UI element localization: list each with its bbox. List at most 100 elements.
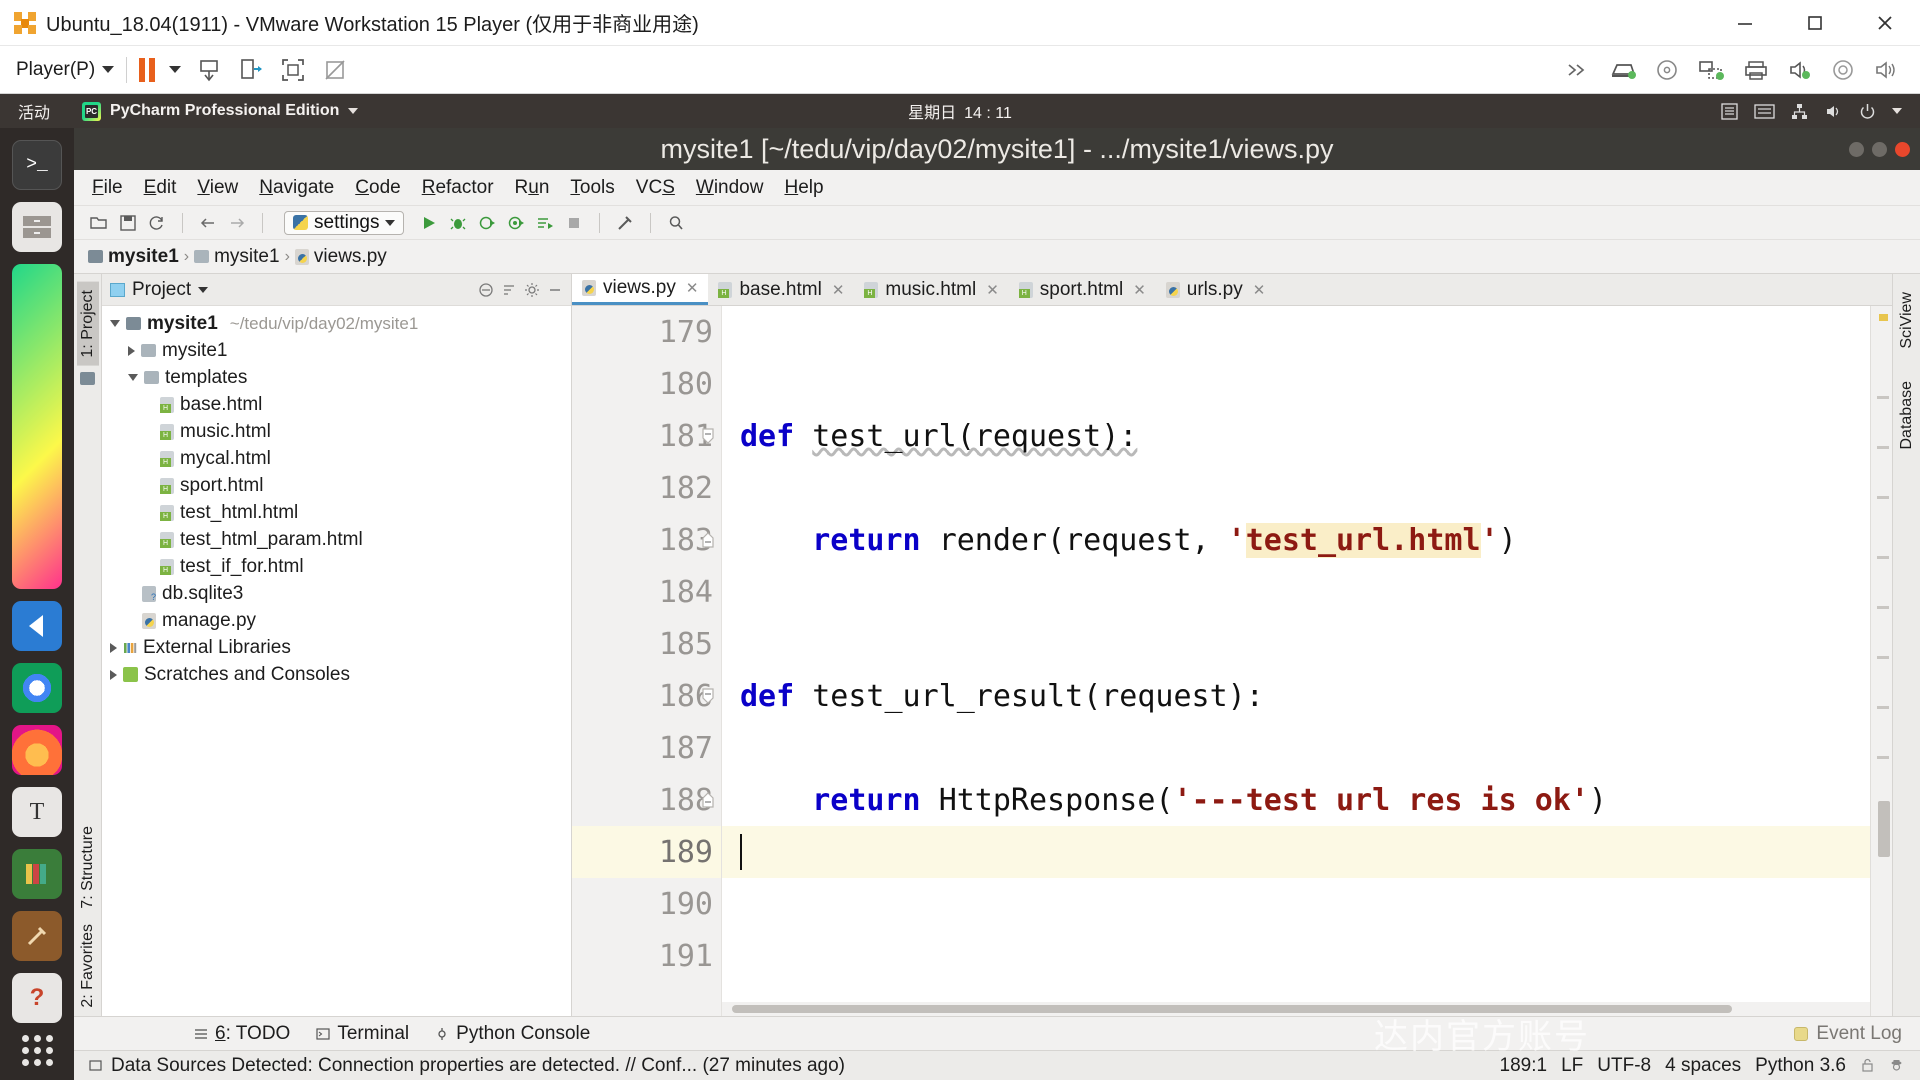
power-icon[interactable] <box>1858 102 1877 121</box>
code-lines[interactable]: def test_url(request): return render(req… <box>722 306 1870 1016</box>
menu-vcs[interactable]: VCS <box>636 177 675 199</box>
attach-to-process-icon[interactable] <box>536 214 554 232</box>
tree-item-manage-py[interactable]: manage.py <box>102 607 571 634</box>
tree-item-db-sqlite3[interactable]: db.sqlite3 <box>102 580 571 607</box>
launcher-item-chrome[interactable] <box>12 663 62 713</box>
fold-open-icon[interactable] <box>698 686 718 706</box>
run-configuration-selector[interactable]: settings <box>284 210 405 235</box>
line-separator[interactable]: LF <box>1561 1055 1583 1077</box>
tree-item-test-html[interactable]: test_html.html <box>102 499 571 526</box>
back-arrow-icon[interactable] <box>199 214 217 232</box>
close-button[interactable] <box>1850 0 1920 45</box>
editor-tab-urls-py[interactable]: urls.py ✕ <box>1156 274 1276 305</box>
code-editor[interactable]: 179 180 181 182 183 184 185 186 187 188 … <box>572 306 1892 1016</box>
tree-item-external-libraries[interactable]: External Libraries <box>102 634 571 661</box>
settings-wrench-icon[interactable] <box>616 214 634 232</box>
sidebar-tab-structure[interactable]: 7: Structure <box>77 818 99 917</box>
forward-arrow-icon[interactable] <box>228 214 246 232</box>
python-interpreter[interactable]: Python 3.6 <box>1755 1055 1846 1077</box>
hard-disk-icon[interactable] <box>1608 58 1638 82</box>
tree-item-mysite1-pkg[interactable]: mysite1 <box>102 337 571 364</box>
file-encoding[interactable]: UTF-8 <box>1597 1055 1651 1077</box>
debug-icon[interactable] <box>449 214 467 232</box>
code-line-190[interactable] <box>722 878 1870 930</box>
caret-position[interactable]: 189:1 <box>1500 1055 1548 1077</box>
editor-marker-bar[interactable] <box>1870 306 1892 1016</box>
event-log-button[interactable]: Event Log <box>1794 1023 1920 1045</box>
save-all-icon[interactable] <box>119 214 137 232</box>
tree-item-mysite1-root[interactable]: mysite1 ~/tedu/vip/day02/mysite1 <box>102 310 571 337</box>
editor-tab-music-html[interactable]: music.html ✕ <box>854 274 1008 305</box>
menu-window[interactable]: Window <box>696 177 764 199</box>
activities-button[interactable]: 活动 <box>18 99 50 123</box>
sidebar-tab-project[interactable]: 1: Project <box>76 282 99 366</box>
editor-tab-base-html[interactable]: base.html ✕ <box>708 274 854 305</box>
chevron-down-icon[interactable] <box>128 374 138 381</box>
tool-window-todo[interactable]: 6: TODO <box>194 1023 290 1045</box>
search-icon[interactable] <box>667 214 685 232</box>
launcher-item-firefox[interactable] <box>12 725 62 775</box>
chevron-down-icon[interactable] <box>169 66 182 73</box>
tree-item-templates[interactable]: templates <box>102 364 571 391</box>
settings-gear-icon[interactable] <box>524 282 540 298</box>
expand-chevrons-icon[interactable] <box>1564 59 1592 81</box>
launcher-item-text-editor[interactable]: T <box>12 787 62 837</box>
project-panel-title[interactable]: Project <box>132 279 191 301</box>
editor-tab-views-py[interactable]: views.py ✕ <box>572 274 709 305</box>
menu-code[interactable]: Code <box>355 177 400 199</box>
menu-refactor[interactable]: Refactor <box>422 177 494 199</box>
printer-icon[interactable] <box>1742 58 1770 82</box>
hector-icon[interactable] <box>1889 1058 1904 1073</box>
breadcrumb-item-1[interactable]: mysite1 <box>194 246 280 268</box>
launcher-item-pycharm[interactable] <box>12 264 62 589</box>
clock[interactable]: 星期日 14 : 11 <box>908 99 1012 123</box>
chevron-down-icon[interactable] <box>1892 108 1902 114</box>
chevron-right-icon[interactable] <box>128 345 135 356</box>
show-applications-button[interactable] <box>21 1035 53 1066</box>
launcher-item-terminal[interactable]: >_ <box>12 140 62 190</box>
tree-item-scratches-consoles[interactable]: Scratches and Consoles <box>102 661 571 688</box>
minimize-button[interactable] <box>1710 0 1780 45</box>
chevron-down-icon[interactable] <box>198 286 209 293</box>
menu-tools[interactable]: Tools <box>570 177 614 199</box>
tree-item-music-html[interactable]: music.html <box>102 418 571 445</box>
network-icon[interactable] <box>1790 102 1809 121</box>
tree-item-test-html-param[interactable]: test_html_param.html <box>102 526 571 553</box>
scrollbar-thumb[interactable] <box>1878 801 1890 857</box>
pycharm-minimize-button[interactable] <box>1849 141 1864 157</box>
unlocked-icon[interactable] <box>1860 1058 1875 1073</box>
tree-item-base-html[interactable]: base.html <box>102 391 571 418</box>
sound-card-icon[interactable] <box>1786 58 1814 82</box>
code-line-179[interactable] <box>722 306 1870 358</box>
open-folder-icon[interactable] <box>90 214 108 232</box>
send-ctrl-alt-del-icon[interactable] <box>195 56 223 84</box>
notification-icon[interactable] <box>88 1058 103 1073</box>
close-icon[interactable]: ✕ <box>1253 281 1266 299</box>
cd-dvd-icon[interactable] <box>1654 58 1680 82</box>
launcher-item-tools[interactable] <box>12 911 62 961</box>
tree-item-test-if-for[interactable]: test_if_for.html <box>102 553 571 580</box>
unity-mode-icon[interactable] <box>237 56 265 84</box>
close-icon[interactable]: ✕ <box>1133 281 1146 299</box>
active-app-menu[interactable]: PyCharm Professional Edition <box>82 101 359 121</box>
code-line-181[interactable]: def test_url(request): <box>722 410 1870 462</box>
network-adapter-icon[interactable] <box>1696 58 1726 82</box>
code-line-182[interactable] <box>722 462 1870 514</box>
pause-icon[interactable] <box>139 57 156 82</box>
sidebar-tab-database[interactable]: Database <box>1896 373 1918 458</box>
menu-help[interactable]: Help <box>784 177 823 199</box>
player-menu-button[interactable]: Player(P) <box>16 59 115 81</box>
tree-item-sport-html[interactable]: sport.html <box>102 472 571 499</box>
run-icon[interactable] <box>420 214 438 232</box>
indent-setting[interactable]: 4 spaces <box>1665 1055 1741 1077</box>
launcher-item-vscode[interactable] <box>12 601 62 651</box>
usb-device-icon[interactable] <box>1830 58 1856 82</box>
code-line-180[interactable] <box>722 358 1870 410</box>
sort-icon[interactable] <box>501 282 517 298</box>
horizontal-scrollbar[interactable] <box>722 1002 1870 1016</box>
warning-marker[interactable] <box>1879 314 1888 321</box>
fold-end-icon[interactable] <box>698 530 718 550</box>
ime-icon[interactable] <box>1754 103 1775 120</box>
menu-navigate[interactable]: Navigate <box>259 177 334 199</box>
code-line-185[interactable] <box>722 618 1870 670</box>
